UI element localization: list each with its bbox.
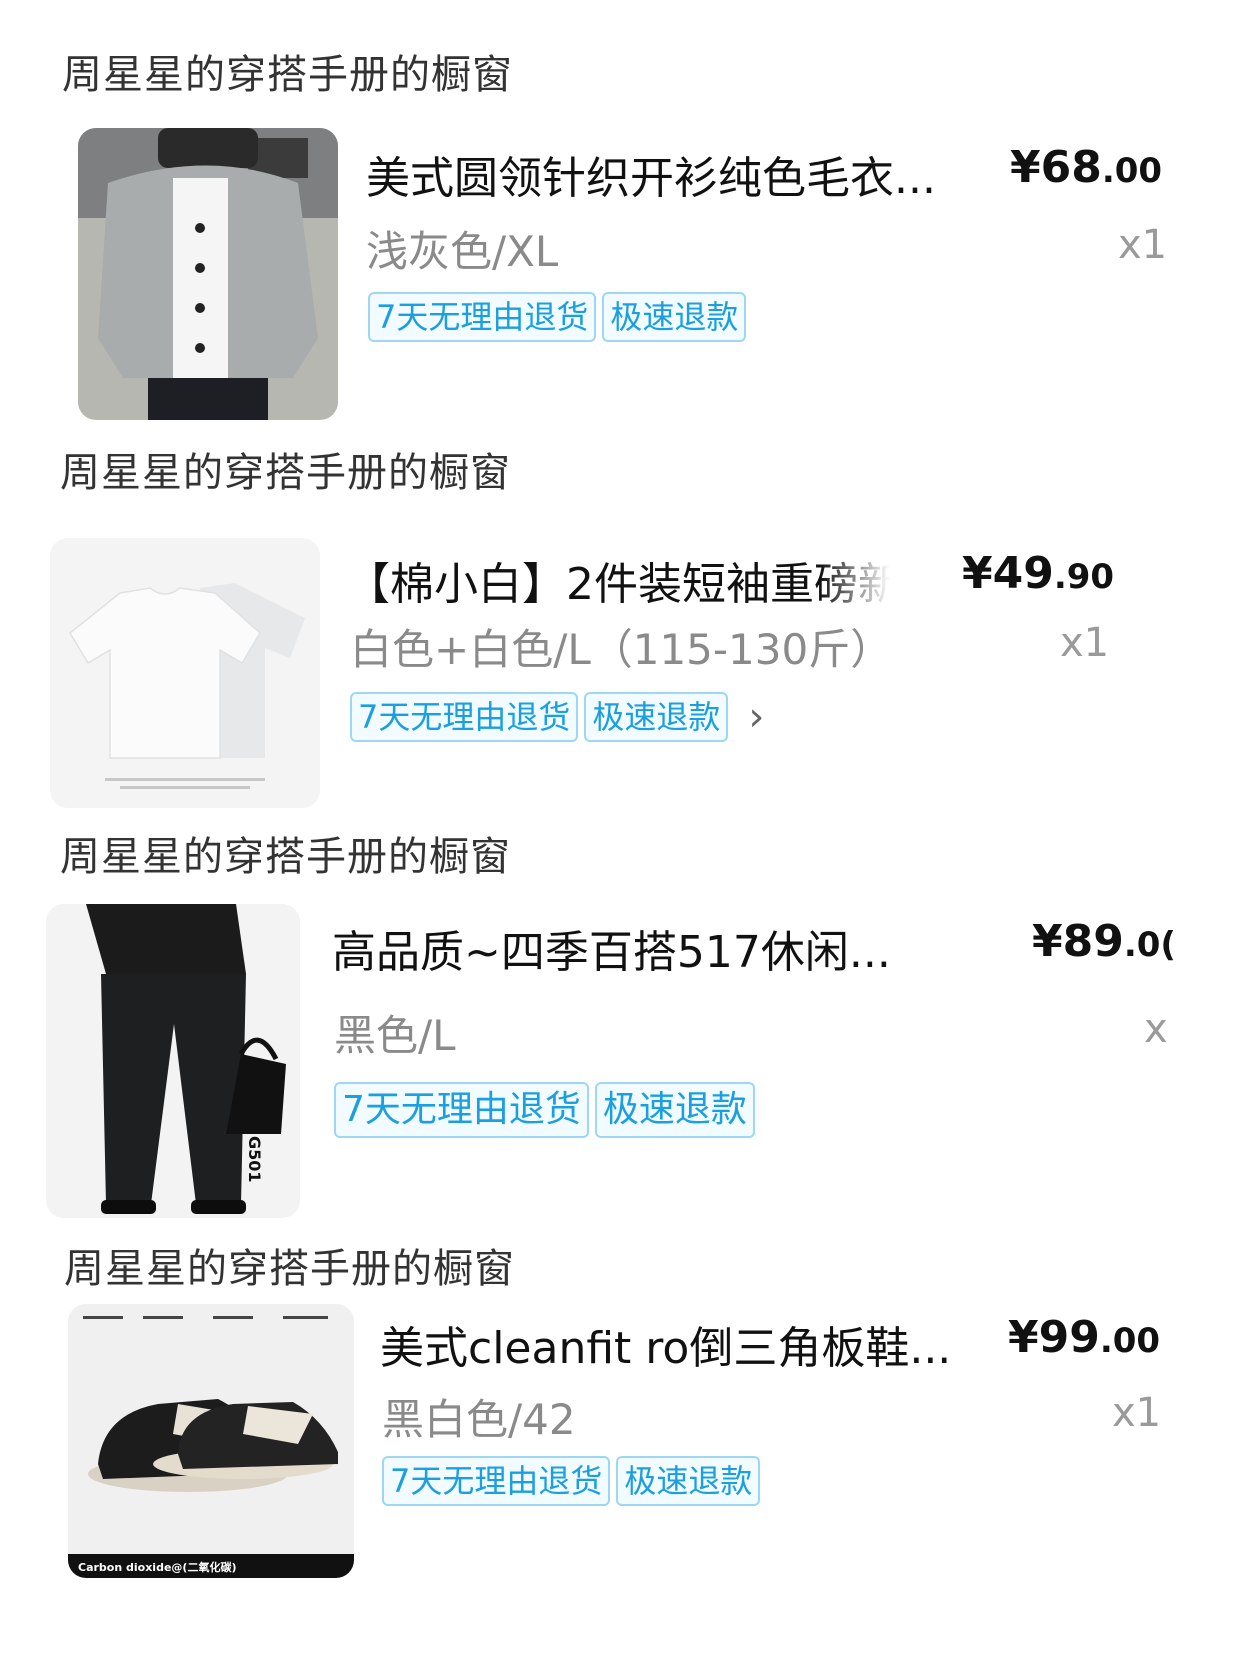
price-integer: ¥99 bbox=[1008, 1312, 1100, 1363]
tag-fast-refund: 极速退款 bbox=[594, 1082, 755, 1138]
shop-name[interactable]: 周星星的穿搭手册的橱窗 bbox=[62, 42, 513, 100]
product-quantity: x1 bbox=[1112, 1390, 1162, 1436]
service-tags: 7天无理由退货 极速退款 › bbox=[350, 692, 764, 742]
tag-7day-return: 7天无理由退货 bbox=[368, 292, 597, 342]
service-tags: 7天无理由退货 极速退款 bbox=[334, 1082, 761, 1138]
image-label: G501 bbox=[245, 1136, 264, 1183]
product-title[interactable]: 高品质~四季百搭517休闲... bbox=[332, 916, 952, 980]
tag-7day-return: 7天无理由退货 bbox=[382, 1456, 611, 1506]
price-integer: ¥49 bbox=[962, 548, 1054, 599]
product-image-cardigan[interactable] bbox=[78, 128, 338, 420]
tag-7day-return: 7天无理由退货 bbox=[350, 692, 579, 742]
product-quantity: x1 bbox=[1060, 620, 1110, 666]
price-decimal: .00 bbox=[1101, 151, 1163, 191]
price-integer: ¥68 bbox=[1010, 142, 1102, 193]
product-title[interactable]: 美式cleanfit ro倒三角板鞋... bbox=[380, 1312, 960, 1376]
product-quantity: x1 bbox=[1118, 222, 1168, 268]
price-decimal: .0( bbox=[1123, 925, 1176, 965]
service-tags: 7天无理由退货 极速退款 bbox=[382, 1456, 766, 1506]
tshirt-photo bbox=[50, 538, 320, 808]
price-integer: ¥89 bbox=[1032, 916, 1124, 967]
tag-7day-return: 7天无理由退货 bbox=[334, 1082, 589, 1138]
product-spec: 黑白色/42 bbox=[382, 1395, 576, 1444]
price-decimal: .00 bbox=[1099, 1321, 1161, 1361]
price-decimal: .90 bbox=[1053, 557, 1115, 597]
product-quantity: x bbox=[1144, 1006, 1168, 1052]
product-price: ¥49.90 bbox=[962, 548, 1114, 599]
tag-fast-refund: 极速退款 bbox=[616, 1456, 761, 1506]
tag-fast-refund: 极速退款 bbox=[584, 692, 729, 742]
service-tags: 7天无理由退货 极速退款 bbox=[368, 292, 752, 342]
title-fade bbox=[820, 548, 920, 608]
product-spec: 黑色/L bbox=[334, 1011, 456, 1060]
cardigan-photo bbox=[78, 128, 338, 420]
product-image-tshirt[interactable] bbox=[50, 538, 320, 808]
shop-name[interactable]: 周星星的穿搭手册的橱窗 bbox=[60, 824, 511, 882]
product-image-sneakers[interactable]: Carbon dioxide@(二氧化碳) bbox=[68, 1304, 354, 1578]
product-price: ¥89.0( bbox=[1032, 916, 1180, 967]
product-price: ¥68.00 bbox=[1010, 142, 1162, 193]
tag-fast-refund: 极速退款 bbox=[602, 292, 747, 342]
product-spec: 浅灰色/XL bbox=[366, 227, 559, 276]
product-image-pants[interactable]: G501 bbox=[46, 904, 300, 1218]
product-title[interactable]: 美式圆领针织开衫纯色毛衣... bbox=[366, 142, 966, 206]
shop-name[interactable]: 周星星的穿搭手册的橱窗 bbox=[60, 440, 511, 498]
image-label: Carbon dioxide@(二氧化碳) bbox=[78, 1561, 237, 1574]
shop-name[interactable]: 周星星的穿搭手册的橱窗 bbox=[64, 1236, 515, 1294]
product-price: ¥99.00 bbox=[1008, 1312, 1160, 1363]
product-spec: 白色+白色/L（115-130斤） bbox=[350, 625, 893, 674]
chevron-right-icon[interactable]: › bbox=[748, 694, 764, 740]
sneakers-photo bbox=[68, 1304, 354, 1578]
